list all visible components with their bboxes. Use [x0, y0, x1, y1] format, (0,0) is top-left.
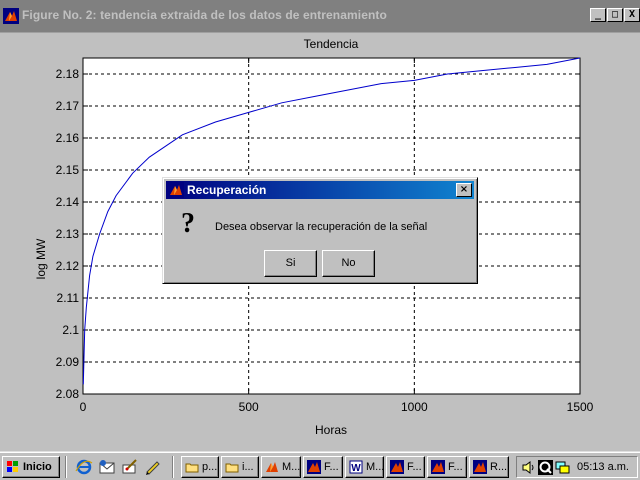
yes-button[interactable]: Si	[264, 250, 317, 277]
taskbar-separator	[172, 456, 174, 478]
windows-logo-icon	[7, 461, 18, 472]
matlab-logo-icon	[3, 8, 19, 24]
start-label: Inicio	[23, 461, 52, 473]
svg-text:W: W	[351, 463, 361, 474]
taskbar-task-label: F...	[448, 461, 463, 473]
network-icon[interactable]	[555, 460, 570, 475]
matlab-logo-icon	[168, 182, 184, 198]
x-tick-label: 500	[239, 400, 259, 414]
y-tick-label: 2.11	[57, 291, 80, 305]
matlab-icon	[266, 462, 278, 472]
taskbar-task-button[interactable]: F...	[386, 456, 425, 478]
y-tick-label: 2.13	[56, 227, 80, 241]
x-tick-label: 1000	[401, 400, 428, 414]
x-tick-label: 0	[80, 400, 87, 414]
taskbar-task-label: i...	[242, 461, 254, 473]
dialog-title-bar[interactable]: Recuperación ×	[166, 181, 474, 199]
matlab-figure-icon	[431, 460, 445, 474]
y-tick-label: 2.15	[56, 163, 80, 177]
clock: 05:13 a.m.	[577, 461, 629, 473]
question-mark-icon: ?	[181, 208, 195, 239]
y-tick-label: 2.08	[56, 387, 80, 401]
dialog-close-button[interactable]: ×	[456, 183, 472, 197]
maximize-button[interactable]: □	[607, 8, 623, 22]
y-tick-label: 2.09	[56, 355, 80, 369]
taskbar-task-button[interactable]: F...	[427, 456, 467, 478]
matlab-figure-icon	[390, 460, 404, 474]
taskbar-separator	[65, 456, 67, 478]
quicktime-icon[interactable]	[538, 460, 553, 475]
chart-title: Tendencia	[304, 37, 359, 51]
no-button[interactable]: No	[322, 250, 375, 277]
x-tick-label: 1500	[567, 400, 594, 414]
internet-explorer-icon[interactable]	[75, 459, 93, 475]
close-button[interactable]: X	[624, 8, 640, 22]
dialog-message: Desea observar la recuperación de la señ…	[215, 221, 428, 233]
y-tick-label: 2.14	[56, 195, 80, 209]
taskbar-task-button[interactable]: M...	[261, 456, 301, 478]
desktop: Figure No. 2: tendencia extraida de los …	[0, 0, 640, 480]
window-title-bar[interactable]: Figure No. 2: tendencia extraida de los …	[0, 0, 640, 33]
start-button[interactable]: Inicio	[2, 456, 60, 478]
matlab-figure-icon	[473, 460, 487, 474]
y-axis-label: log MW	[34, 238, 48, 279]
window-title: Figure No. 2: tendencia extraida de los …	[22, 8, 387, 22]
taskbar-task-button[interactable]: i...	[221, 456, 259, 478]
outlook-express-icon[interactable]	[98, 459, 116, 475]
taskbar-task-button[interactable]: W M...	[345, 456, 384, 478]
minimize-button[interactable]: _	[590, 8, 606, 22]
system-tray: 05:13 a.m.	[516, 456, 638, 478]
y-tick-label: 2.1	[62, 323, 79, 337]
taskbar-task-button[interactable]: F...	[303, 456, 343, 478]
y-tick-label: 2.16	[56, 131, 80, 145]
notepad-icon[interactable]	[144, 459, 162, 475]
taskbar-task-button[interactable]: R...	[469, 456, 509, 478]
matlab-figure-icon	[307, 460, 321, 474]
speaker-icon[interactable]	[521, 460, 536, 475]
taskbar-task-label: p...	[202, 461, 218, 473]
dialog-title: Recuperación	[187, 183, 267, 197]
paint-icon[interactable]	[121, 459, 139, 475]
taskbar-task-label: R...	[490, 461, 508, 473]
folder-icon	[225, 463, 239, 473]
taskbar-task-label: M...	[366, 461, 384, 473]
x-axis-label: Horas	[315, 423, 347, 437]
y-tick-label: 2.12	[56, 259, 80, 273]
taskbar-task-button[interactable]: p...	[181, 456, 219, 478]
taskbar-task-label: F...	[324, 461, 339, 473]
word-icon: W	[349, 460, 363, 474]
taskbar: Inicio p... i... M... F... W M... F... F... R...	[0, 452, 640, 480]
taskbar-task-label: F...	[407, 461, 422, 473]
taskbar-task-label: M...	[282, 461, 301, 473]
y-tick-label: 2.18	[56, 67, 80, 81]
recovery-dialog: Recuperación × ? Desea observar la recup…	[162, 177, 478, 284]
y-tick-label: 2.17	[56, 99, 80, 113]
folder-icon	[185, 463, 199, 473]
